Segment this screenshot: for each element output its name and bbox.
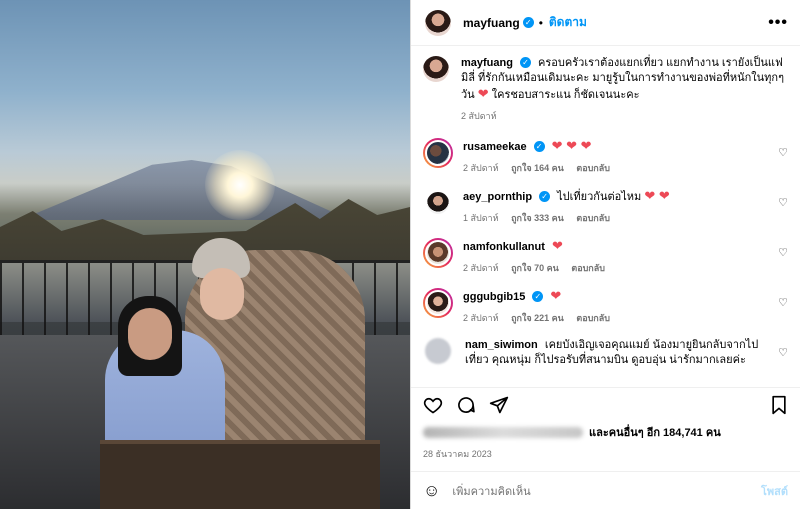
caption-meta: 2 สัปดาห์: [461, 109, 788, 124]
heart-outline-icon[interactable]: ♡: [778, 146, 788, 159]
post-actions-bar: [411, 387, 800, 421]
heart-outline-icon[interactable]: ♡: [778, 296, 788, 309]
comment-body: aey_pornthip ✓ ไปเที่ยวกันต่อไหม ❤ ❤ 1 สั…: [463, 188, 788, 226]
comment-text: ไปเที่ยวกันต่อไหม: [557, 191, 642, 203]
caption: mayfuang ✓ ครอบครัวเราต้องแยกเที่ยว แยกทำ…: [423, 56, 788, 124]
more-options-icon[interactable]: •••: [768, 14, 788, 32]
comment-row: rusameekae ✓ ❤ ❤ ❤ 2 สัปดาห์ ถูกใจ 164 คน…: [423, 138, 788, 176]
comment-meta: 2 สัปดาห์ ถูกใจ 164 คน ตอบกลับ: [463, 161, 770, 176]
story-ring[interactable]: [423, 288, 453, 318]
photo-child-face: [128, 308, 172, 360]
verified-badge-icon: ✓: [539, 191, 551, 202]
comment-row: aey_pornthip ✓ ไปเที่ยวกันต่อไหม ❤ ❤ 1 สั…: [423, 188, 788, 226]
verified-badge-icon: ✓: [533, 141, 545, 152]
instagram-post-view: mayfuang ✓ • ติดตาม ••• mayfuang ✓ ครอบคร…: [0, 0, 800, 509]
commenter-avatar: [425, 140, 451, 166]
comment-hearts: ❤ ❤ ❤: [551, 138, 592, 153]
comment-body: gggubgib15 ✓ ❤ 2 สัปดาห์ ถูกใจ 221 คน ตอบ…: [463, 288, 788, 326]
commenter-avatar: [425, 290, 451, 316]
verified-badge-icon: ✓: [522, 17, 534, 28]
reply-button[interactable]: ตอบกลับ: [571, 263, 605, 273]
reply-button[interactable]: ตอบกลับ: [576, 313, 610, 323]
reply-button[interactable]: ตอบกลับ: [576, 213, 610, 223]
comment-hearts: ❤ ❤: [644, 188, 670, 203]
comment-bubble-icon[interactable]: [456, 395, 476, 415]
comment-username[interactable]: namfonkullanut: [463, 241, 545, 253]
verified-badge-icon: ✓: [532, 291, 544, 302]
reply-button[interactable]: ตอบกลับ: [576, 163, 610, 173]
author-avatar[interactable]: [425, 9, 451, 36]
heart-outline-icon[interactable]: ♡: [778, 246, 788, 259]
story-ring[interactable]: [423, 238, 453, 268]
bookmark-icon[interactable]: [770, 395, 788, 415]
likes-count-text: และคนอื่นๆ อีก 184,741 คน: [589, 427, 721, 439]
comment-row: nam_siwimon เคยบังเอิญเจอคุณแมย์ น้องมาย…: [423, 338, 788, 368]
comment-time[interactable]: 2 สัปดาห์: [463, 313, 499, 323]
comment-like-count[interactable]: ถูกใจ 333 คน: [511, 213, 564, 223]
comment-username[interactable]: rusameekae: [463, 141, 527, 153]
caption-time[interactable]: 2 สัปดาห์: [461, 111, 497, 121]
add-comment-bar: ☺ เพิ่มความคิดเห็น โพสต์: [411, 471, 800, 509]
comment-username[interactable]: aey_pornthip: [463, 191, 532, 203]
blurred-liker-names: [423, 426, 583, 438]
comment-input[interactable]: เพิ่มความคิดเห็น: [452, 482, 761, 500]
caption-text-end: ใครชอบสาระแน ก็ชัดเจนนะคะ: [491, 89, 640, 101]
red-heart-icon: ❤: [477, 86, 489, 101]
heart-outline-icon[interactable]: ♡: [778, 196, 788, 209]
heart-outline-icon[interactable]: [423, 395, 443, 415]
caption-avatar[interactable]: [423, 56, 449, 82]
comment-row: gggubgib15 ✓ ❤ 2 สัปดาห์ ถูกใจ 221 คน ตอบ…: [423, 288, 788, 326]
comment-body: nam_siwimon เคยบังเอิญเจอคุณแมย์ น้องมาย…: [465, 338, 788, 368]
comments-list[interactable]: mayfuang ✓ ครอบครัวเราต้องแยกเที่ยว แยกทำ…: [411, 46, 800, 387]
commenter-avatar: [425, 190, 451, 216]
comment-like-count[interactable]: ถูกใจ 164 คน: [511, 163, 564, 173]
smiley-icon[interactable]: ☺: [423, 481, 440, 501]
comment-body: rusameekae ✓ ❤ ❤ ❤ 2 สัปดาห์ ถูกใจ 164 คน…: [463, 138, 788, 176]
comment-username[interactable]: nam_siwimon: [465, 339, 538, 351]
post-header: mayfuang ✓ • ติดตาม •••: [411, 0, 800, 46]
post-side-panel: mayfuang ✓ • ติดตาม ••• mayfuang ✓ ครอบคร…: [410, 0, 800, 509]
comment-time[interactable]: 2 สัปดาห์: [463, 163, 499, 173]
comment-hearts: ❤: [550, 288, 562, 303]
comment-meta: 1 สัปดาห์ ถูกใจ 333 คน ตอบกลับ: [463, 211, 770, 226]
comment-meta: 2 สัปดาห์ ถูกใจ 70 คน ตอบกลับ: [463, 261, 770, 276]
post-comment-button[interactable]: โพสต์: [761, 482, 788, 500]
comment-row: namfonkullanut ❤ 2 สัปดาห์ ถูกใจ 70 คน ต…: [423, 238, 788, 276]
caption-body: mayfuang ✓ ครอบครัวเราต้องแยกเที่ยว แยกทำ…: [461, 56, 788, 124]
comment-username[interactable]: gggubgib15: [463, 291, 525, 303]
comment-like-count[interactable]: ถูกใจ 70 คน: [511, 263, 559, 273]
comment-time[interactable]: 1 สัปดาห์: [463, 213, 499, 223]
follow-button[interactable]: ติดตาม: [549, 13, 587, 32]
author-username[interactable]: mayfuang: [463, 16, 520, 30]
comment-hearts: ❤: [551, 238, 563, 253]
heart-outline-icon[interactable]: ♡: [778, 346, 788, 359]
story-ring[interactable]: [423, 138, 453, 168]
caption-username[interactable]: mayfuang: [461, 57, 513, 69]
comment-time[interactable]: 2 สัปดาห์: [463, 263, 499, 273]
story-ring[interactable]: [423, 188, 453, 218]
comment-body: namfonkullanut ❤ 2 สัปดาห์ ถูกใจ 70 คน ต…: [463, 238, 788, 276]
likes-summary[interactable]: และคนอื่นๆ อีก 184,741 คน: [411, 421, 800, 441]
comment-meta: 2 สัปดาห์ ถูกใจ 221 คน ตอบกลับ: [463, 311, 770, 326]
post-photo[interactable]: [0, 0, 410, 509]
header-separator: •: [538, 15, 543, 30]
photo-bench: [100, 440, 380, 509]
verified-badge-icon: ✓: [519, 57, 531, 68]
comment-like-count[interactable]: ถูกใจ 221 คน: [511, 313, 564, 323]
commenter-avatar: [425, 240, 451, 266]
paper-plane-icon[interactable]: [489, 395, 509, 415]
commenter-avatar[interactable]: [425, 338, 451, 364]
post-date[interactable]: 28 ธันวาคม 2023: [411, 441, 800, 463]
photo-adult-face: [200, 268, 244, 320]
photo-sun: [205, 150, 275, 220]
